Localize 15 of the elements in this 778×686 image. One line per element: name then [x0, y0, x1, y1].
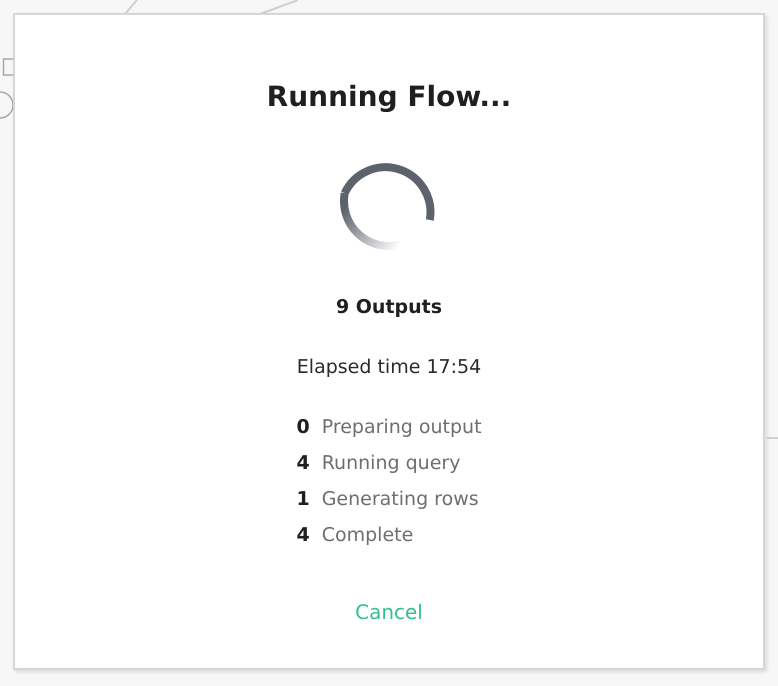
status-label: Generating rows: [322, 488, 480, 510]
outputs-count: 9 Outputs: [336, 295, 442, 320]
status-count: 0: [296, 416, 310, 438]
dialog-title: Running Flow...: [266, 79, 512, 115]
status-count: 4: [296, 524, 310, 546]
elapsed-time: Elapsed time 17:54: [296, 355, 482, 380]
circle-outline-icon: [0, 91, 14, 119]
connector-line: [767, 437, 778, 439]
status-label: Preparing output: [322, 416, 482, 438]
status-count: 4: [296, 452, 310, 474]
status-label: Complete: [322, 524, 414, 546]
status-label: Running query: [322, 452, 462, 474]
square-outline-icon: [2, 58, 13, 76]
cancel-button[interactable]: Cancel: [355, 598, 423, 626]
status-count: 1: [296, 488, 310, 510]
